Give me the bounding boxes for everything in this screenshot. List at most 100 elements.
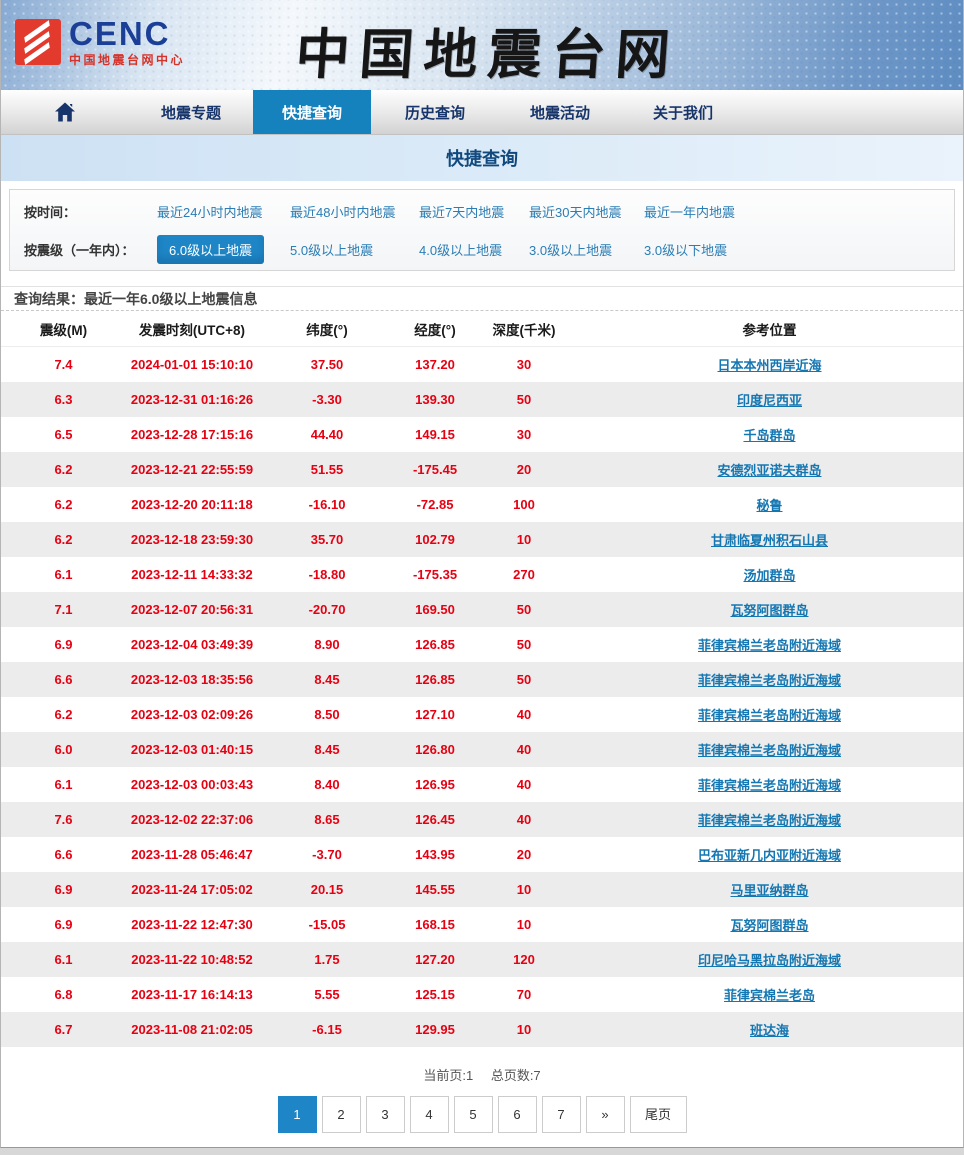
table-row: 6.9 2023-11-24 17:05:02 20.15 145.55 10 …: [1, 872, 964, 907]
magnitude-filter-6plus[interactable]: 6.0级以上地震: [157, 235, 264, 264]
nav-item-about-us[interactable]: 关于我们: [621, 90, 745, 134]
nav-item-home[interactable]: [1, 90, 129, 134]
magnitude-cell: 6.1: [1, 942, 126, 977]
page-button-2[interactable]: 2: [322, 1096, 361, 1133]
location-link[interactable]: 菲律宾棉兰老岛附近海域: [698, 708, 841, 723]
depth-cell: 10: [474, 522, 574, 557]
page-button-4[interactable]: 4: [410, 1096, 449, 1133]
nav-item-seismic-activity[interactable]: 地震活动: [499, 90, 621, 134]
page-button-5[interactable]: 5: [454, 1096, 493, 1133]
cenc-logo[interactable]: CENC 中国地震台网中心: [15, 17, 185, 66]
magnitude-cell: 6.2: [1, 487, 126, 522]
longitude-cell: -175.45: [396, 452, 474, 487]
table-row: 6.2 2023-12-20 20:11:18 -16.10 -72.85 10…: [1, 487, 964, 522]
magnitude-cell: 6.2: [1, 697, 126, 732]
table-row: 6.2 2023-12-03 02:09:26 8.50 127.10 40 菲…: [1, 697, 964, 732]
location-link[interactable]: 瓦努阿图群岛: [730, 918, 808, 933]
location-link[interactable]: 菲律宾棉兰老岛: [724, 988, 815, 1003]
magnitude-cell: 7.4: [1, 347, 126, 383]
location-link[interactable]: 菲律宾棉兰老岛附近海域: [698, 813, 841, 828]
time-cell: 2023-12-21 22:55:59: [126, 452, 258, 487]
location-link[interactable]: 日本本州西岸近海: [717, 358, 821, 373]
nav-item-quick-query[interactable]: 快捷查询: [253, 90, 371, 134]
magnitude-filter-below3[interactable]: 3.0级以下地震: [644, 243, 727, 258]
depth-cell: 30: [474, 347, 574, 383]
magnitude-cell: 6.6: [1, 837, 126, 872]
location-link[interactable]: 巴布亚新几内亚附近海域: [698, 848, 841, 863]
time-filter-48h[interactable]: 最近48小时内地震: [290, 205, 395, 220]
location-link[interactable]: 千岛群岛: [743, 428, 795, 443]
nav-item-special-topics[interactable]: 地震专题: [129, 90, 253, 134]
col-header-magnitude: 震级(M): [1, 311, 126, 347]
magnitude-filter-label: 按震级（一年内）：: [10, 240, 157, 259]
latitude-cell: 8.50: [258, 697, 396, 732]
next-page-button[interactable]: »: [586, 1096, 625, 1133]
table-header-row: 震级(M) 发震时刻(UTC+8) 纬度(°) 经度(°) 深度(千米) 参考位…: [1, 311, 964, 347]
page-button-3[interactable]: 3: [366, 1096, 405, 1133]
depth-cell: 50: [474, 592, 574, 627]
time-cell: 2023-12-11 14:33:32: [126, 557, 258, 592]
latitude-cell: 1.75: [258, 942, 396, 977]
total-pages-label: 总页数:7: [491, 1068, 541, 1083]
main-nav: 地震专题 快捷查询 历史查询 地震活动 关于我们: [1, 90, 963, 135]
depth-cell: 100: [474, 487, 574, 522]
latitude-cell: 20.15: [258, 872, 396, 907]
page-button-7[interactable]: 7: [542, 1096, 581, 1133]
location-link[interactable]: 菲律宾棉兰老岛附近海域: [698, 673, 841, 688]
location-link[interactable]: 班达海: [750, 1023, 789, 1038]
longitude-cell: 126.85: [396, 662, 474, 697]
time-filter-7d[interactable]: 最近7天内地震: [419, 205, 504, 220]
col-header-location: 参考位置: [574, 311, 964, 347]
location-link[interactable]: 菲律宾棉兰老岛附近海域: [698, 743, 841, 758]
depth-cell: 10: [474, 1012, 574, 1047]
page-info: 当前页:1 总页数:7: [1, 1065, 963, 1084]
time-cell: 2023-12-03 00:03:43: [126, 767, 258, 802]
location-link[interactable]: 甘肃临夏州积石山县: [711, 533, 828, 548]
latitude-cell: 8.45: [258, 662, 396, 697]
location-link[interactable]: 瓦努阿图群岛: [730, 603, 808, 618]
nav-item-history-query[interactable]: 历史查询: [371, 90, 499, 134]
depth-cell: 40: [474, 732, 574, 767]
time-filter-30d[interactable]: 最近30天内地震: [529, 205, 621, 220]
time-cell: 2023-12-31 01:16:26: [126, 382, 258, 417]
latitude-cell: 8.90: [258, 627, 396, 662]
magnitude-cell: 6.7: [1, 1012, 126, 1047]
longitude-cell: 126.45: [396, 802, 474, 837]
page-button-6[interactable]: 6: [498, 1096, 537, 1133]
magnitude-filter-5plus[interactable]: 5.0级以上地震: [290, 243, 373, 258]
time-cell: 2023-12-03 01:40:15: [126, 732, 258, 767]
location-link[interactable]: 汤加群岛: [743, 568, 795, 583]
latitude-cell: -3.70: [258, 837, 396, 872]
time-cell: 2023-11-28 05:46:47: [126, 837, 258, 872]
location-link[interactable]: 菲律宾棉兰老岛附近海域: [698, 638, 841, 653]
location-link[interactable]: 马里亚纳群岛: [730, 883, 808, 898]
depth-cell: 20: [474, 837, 574, 872]
location-link[interactable]: 印尼哈马黑拉岛附近海域: [698, 953, 841, 968]
filter-box: 按时间： 最近24小时内地震 最近48小时内地震 最近7天内地震 最近30天内地…: [9, 189, 955, 271]
location-link[interactable]: 菲律宾棉兰老岛附近海域: [698, 778, 841, 793]
magnitude-filter-4plus[interactable]: 4.0级以上地震: [419, 243, 502, 258]
location-link[interactable]: 安德烈亚诺夫群岛: [717, 463, 821, 478]
time-cell: 2024-01-01 15:10:10: [126, 347, 258, 383]
query-result-summary: 查询结果：最近一年6.0级以上地震信息: [1, 286, 963, 311]
location-link[interactable]: 秘鲁: [756, 498, 782, 513]
longitude-cell: 102.79: [396, 522, 474, 557]
location-link[interactable]: 印度尼西亚: [737, 393, 802, 408]
longitude-cell: 125.15: [396, 977, 474, 1012]
depth-cell: 40: [474, 697, 574, 732]
time-cell: 2023-11-17 16:14:13: [126, 977, 258, 1012]
latitude-cell: 37.50: [258, 347, 396, 383]
page-container: CENC 中国地震台网中心 中国地震台网 地震专题 快捷查询 历史查询 地震活动…: [0, 0, 964, 1148]
time-filter-24h[interactable]: 最近24小时内地震: [157, 205, 262, 220]
magnitude-cell: 6.1: [1, 767, 126, 802]
magnitude-filter-3plus[interactable]: 3.0级以上地震: [529, 243, 612, 258]
time-filter-1y[interactable]: 最近一年内地震: [644, 205, 735, 220]
longitude-cell: 139.30: [396, 382, 474, 417]
longitude-cell: 145.55: [396, 872, 474, 907]
table-row: 6.8 2023-11-17 16:14:13 5.55 125.15 70 菲…: [1, 977, 964, 1012]
table-row: 6.2 2023-12-18 23:59:30 35.70 102.79 10 …: [1, 522, 964, 557]
last-page-button[interactable]: 尾页: [630, 1096, 687, 1133]
col-header-time: 发震时刻(UTC+8): [126, 311, 258, 347]
page-button-1[interactable]: 1: [278, 1096, 317, 1133]
table-row: 6.6 2023-12-03 18:35:56 8.45 126.85 50 菲…: [1, 662, 964, 697]
